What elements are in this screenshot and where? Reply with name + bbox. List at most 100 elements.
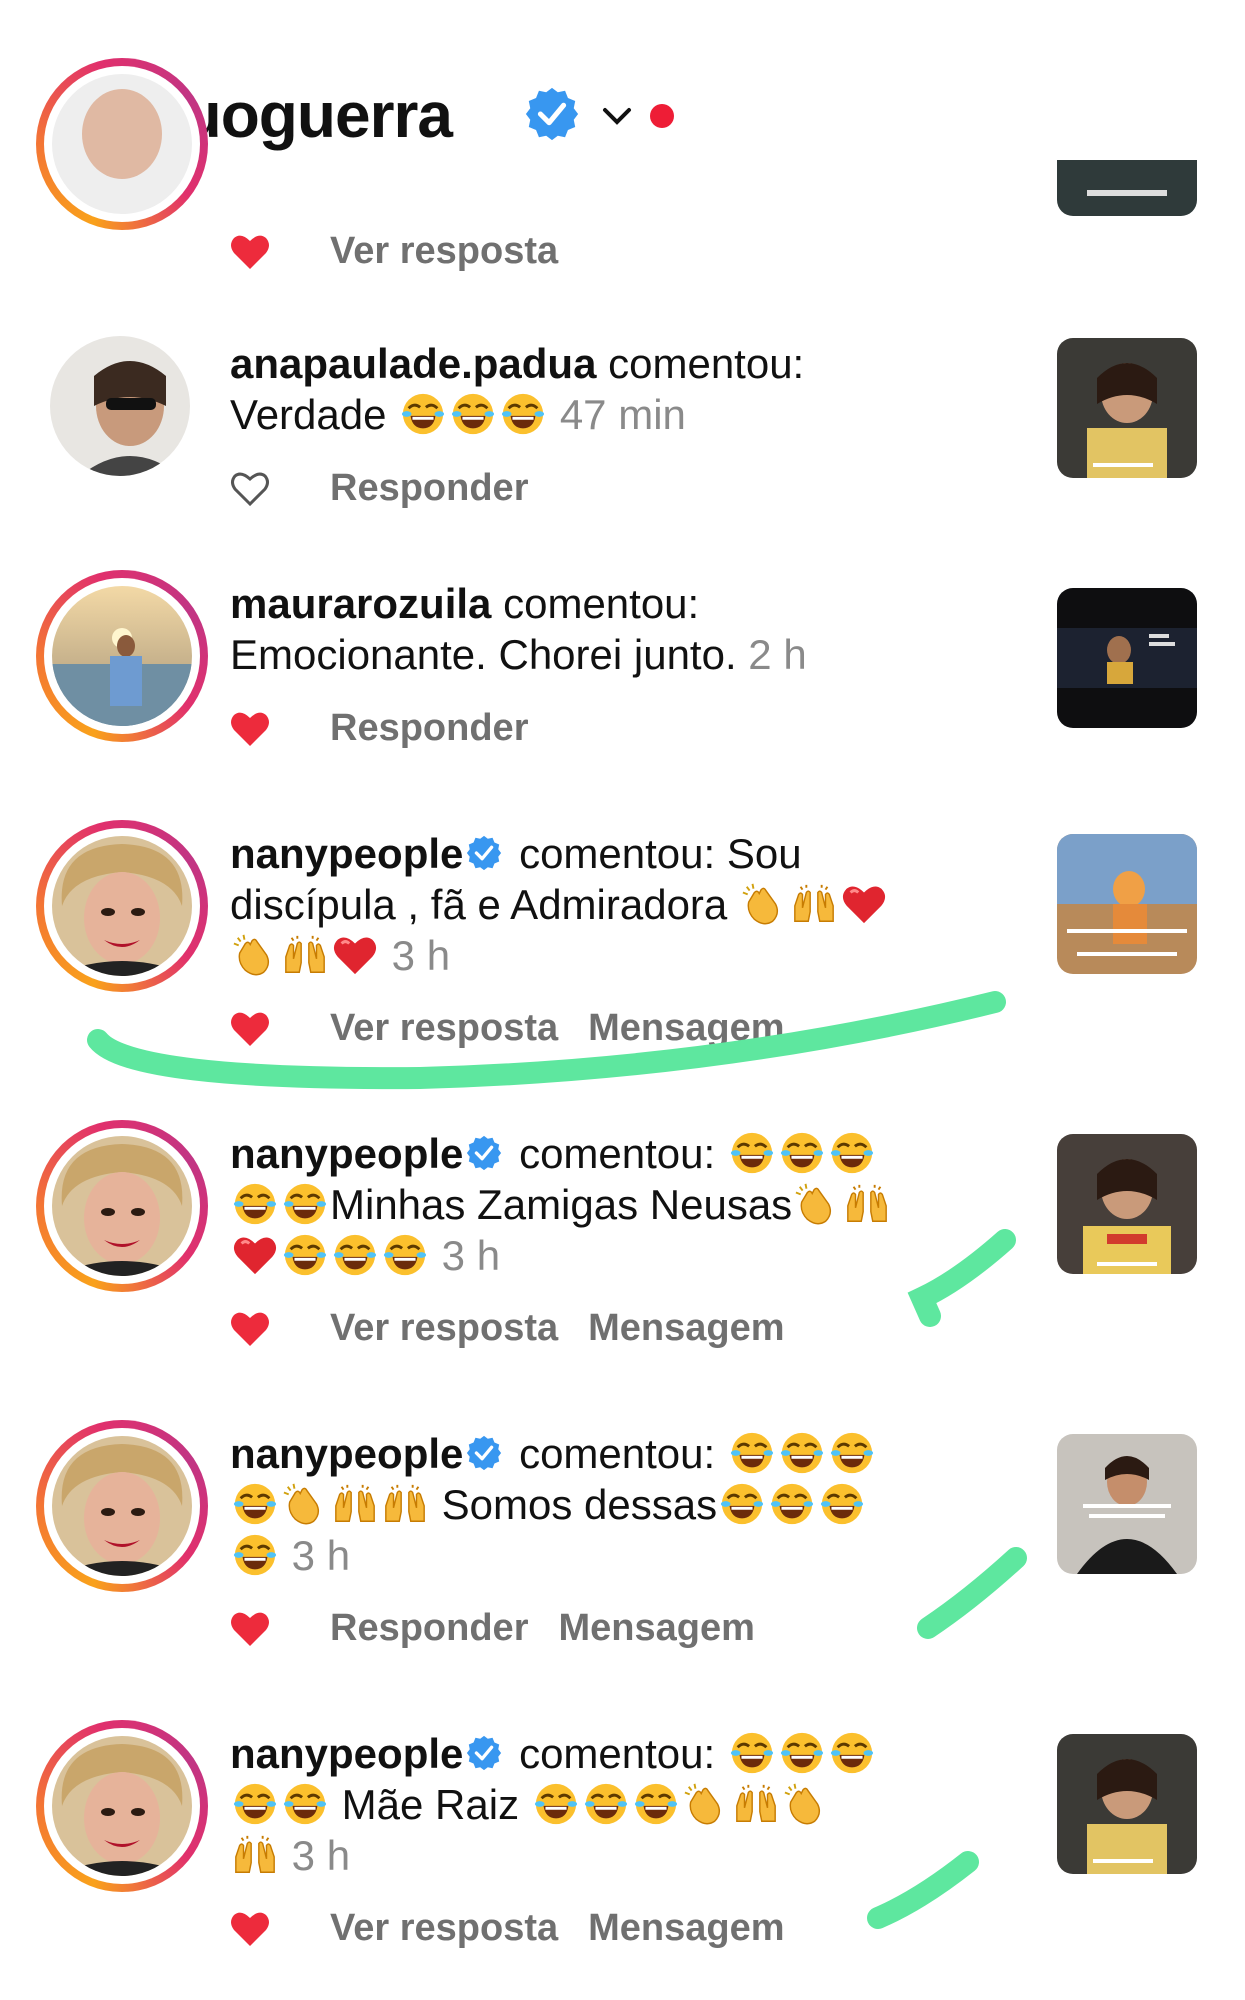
like-heart-icon[interactable] [230,233,270,271]
chevron-down-icon[interactable] [600,102,634,130]
laugh-cry-emoji-icon [829,1130,875,1176]
comment-verb: comentou: Sou [519,830,802,877]
view-reply-link[interactable]: Ver resposta [330,1007,558,1050]
comment-username[interactable]: nanypeople [230,830,463,877]
laugh-cry-emoji-icon [450,391,496,437]
view-reply-link[interactable]: Ver resposta [330,1907,558,1950]
comment-row: maurarozuila comentou: Emocionante. Chor… [0,570,1245,770]
comment-text: nanypeople comentou: Somos dessas 3 h [230,1428,1020,1581]
post-thumbnail[interactable] [1057,1134,1197,1274]
view-reply-link[interactable]: Ver resposta [330,1307,558,1350]
comment-actions: Responder [230,707,558,750]
message-link[interactable]: Mensagem [588,1007,784,1050]
avatar[interactable] [50,336,190,476]
post-thumbnail[interactable] [1057,160,1197,216]
avatar[interactable] [36,1720,208,1892]
verified-badge-icon [465,1134,503,1172]
reply-link[interactable]: Responder [330,1607,528,1650]
comment-time: 2 h [748,631,807,678]
like-heart-icon[interactable] [230,710,270,748]
laugh-cry-emoji-icon [779,1130,825,1176]
comment-username[interactable]: nanypeople [230,1130,463,1177]
raising-hands-emoji-icon [332,1481,378,1527]
comment-time: 3 h [391,932,451,979]
post-thumbnail[interactable] [1057,338,1197,478]
comment-verb: comentou: [503,580,700,627]
comment-username[interactable]: anapaulade.padua [230,340,596,387]
message-link[interactable]: Mensagem [558,1607,754,1650]
laugh-cry-emoji-icon [829,1430,875,1476]
laugh-cry-emoji-icon [282,1232,328,1278]
laugh-cry-emoji-icon [232,1781,278,1827]
laugh-cry-emoji-icon [779,1730,825,1776]
comment-actions: Ver resposta Mensagem [230,1007,815,1050]
notification-dot [650,104,674,128]
comment-row: nanypeople comentou: Minhas Zamigas Neus… [0,1120,1245,1380]
raising-hands-emoji-icon [232,1832,278,1878]
clapping-hands-emoji-icon [783,1781,829,1827]
comment-verb: comentou: [519,1730,716,1777]
laugh-cry-emoji-icon [400,391,446,437]
like-heart-outline-icon[interactable] [230,470,270,508]
raising-hands-emoji-icon [791,881,837,927]
avatar[interactable] [36,820,208,992]
laugh-cry-emoji-icon [633,1781,679,1827]
comment-text: nanypeople comentou: Minhas Zamigas Neus… [230,1128,1020,1281]
laugh-cry-emoji-icon [533,1781,579,1827]
comment-actions: Ver resposta Mensagem [230,1907,815,1950]
laugh-cry-emoji-icon [769,1481,815,1527]
laugh-cry-emoji-icon [819,1481,865,1527]
view-reply-link[interactable]: Ver resposta [330,230,558,273]
post-thumbnail[interactable] [1057,1734,1197,1874]
avatar[interactable] [36,570,208,742]
comment-body: Somos dessas [441,1481,718,1528]
red-heart-emoji-icon [332,932,378,978]
comment-row: nanypeople comentou: Mãe Raiz 3 h Ver re… [0,1720,1245,1980]
comment-username[interactable]: maurarozuila [230,580,491,627]
comment-row-partial: Ver resposta [0,58,1245,272]
like-heart-icon[interactable] [230,1310,270,1348]
reply-link[interactable]: Responder [330,467,528,510]
raising-hands-emoji-icon [382,1481,428,1527]
laugh-cry-emoji-icon [779,1430,825,1476]
laugh-cry-emoji-icon [382,1232,428,1278]
verified-badge-icon [465,1434,503,1472]
comment-body: Minhas Zamigas Neusas [330,1181,793,1228]
comment-time: 3 h [441,1232,501,1279]
comment-text: nanypeople comentou: Sou discípula , fã … [230,828,1020,981]
reply-link[interactable]: Responder [330,707,528,750]
like-heart-icon[interactable] [230,1910,270,1948]
comment-body: Emocionante. Chorei junto. [230,631,737,678]
avatar[interactable] [36,58,208,230]
laugh-cry-emoji-icon [719,1481,765,1527]
comment-time: 3 h [291,1832,351,1879]
message-link[interactable]: Mensagem [588,1307,784,1350]
like-heart-icon[interactable] [230,1010,270,1048]
comment-actions: Responder Mensagem [230,1607,785,1650]
clapping-hands-emoji-icon [794,1181,840,1227]
laugh-cry-emoji-icon [729,1130,775,1176]
red-heart-emoji-icon [232,1232,278,1278]
comment-row: nanypeople comentou: Sou discípula , fã … [0,820,1245,1080]
comment-verb: comentou: [608,340,805,387]
comment-verb: comentou: [519,1130,716,1177]
post-thumbnail[interactable] [1057,1434,1197,1574]
comment-time: 47 min [559,391,686,438]
clapping-hands-emoji-icon [683,1781,729,1827]
comment-username[interactable]: nanypeople [230,1730,463,1777]
comment-body: discípula , fã e Admiradora [230,881,728,928]
avatar[interactable] [36,1420,208,1592]
avatar[interactable] [36,1120,208,1292]
post-thumbnail[interactable] [1057,834,1197,974]
comment-actions: Responder [230,467,558,510]
comment-username[interactable]: nanypeople [230,1430,463,1477]
laugh-cry-emoji-icon [282,1181,328,1227]
comment-text: nanypeople comentou: Mãe Raiz 3 h [230,1728,1020,1881]
message-link[interactable]: Mensagem [588,1907,784,1950]
laugh-cry-emoji-icon [232,1481,278,1527]
like-heart-icon[interactable] [230,1610,270,1648]
clapping-hands-emoji-icon [282,1481,328,1527]
verified-badge-icon [465,834,503,872]
post-thumbnail[interactable] [1057,588,1197,728]
laugh-cry-emoji-icon [232,1532,278,1578]
